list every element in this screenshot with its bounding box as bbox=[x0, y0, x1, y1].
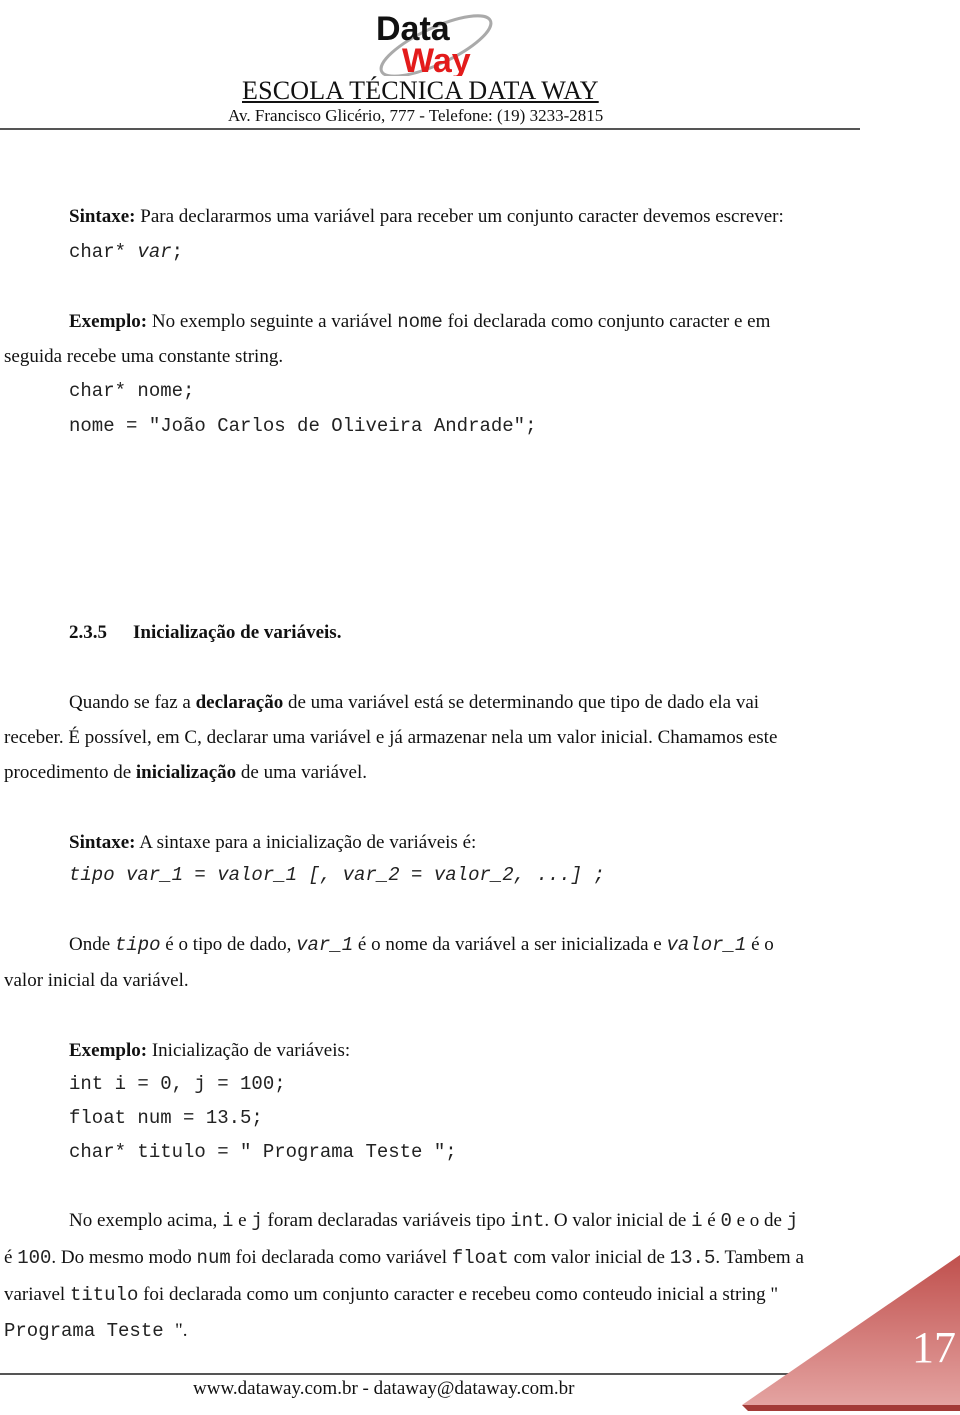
syntax1-code: char* var; bbox=[0, 241, 960, 263]
section-number: 2.3.5 bbox=[69, 622, 107, 643]
p3-code: i bbox=[222, 1210, 234, 1232]
p3-text: e bbox=[233, 1210, 252, 1231]
example1-label: Exemplo: bbox=[69, 311, 148, 332]
example1-text-b: foi declarada como conjunto caracter e e… bbox=[442, 311, 771, 332]
syntax1-text: Para declararmos uma variável para receb… bbox=[135, 206, 784, 227]
p3-code: 100 bbox=[17, 1247, 52, 1269]
syntax1-code-end: ; bbox=[171, 241, 184, 263]
syntax2-text: A sintaxe para a inicialização de variáv… bbox=[135, 832, 477, 853]
school-name: ESCOLA TÉCNICA DATA WAY bbox=[242, 76, 599, 105]
header-divider bbox=[0, 128, 860, 130]
p2-code-tipo: tipo bbox=[114, 934, 161, 956]
footer-divider bbox=[0, 1373, 790, 1375]
p3-code: float bbox=[451, 1247, 509, 1269]
p3-code: j bbox=[251, 1210, 263, 1232]
p1-text-d: de uma variável. bbox=[236, 762, 368, 783]
example1-line2: seguida recebe uma constante string. bbox=[4, 346, 284, 367]
p1-text-c: procedimento de bbox=[4, 762, 136, 783]
p3-text: foram declaradas variáveis tipo bbox=[262, 1210, 511, 1231]
example1-code-line1: char* nome; bbox=[69, 380, 195, 402]
p1-bold-inicializacao: inicialização bbox=[135, 762, 237, 783]
example1-text-a: No exemplo seguinte a variável bbox=[147, 311, 398, 332]
example2-code-line: float num = 13.5; bbox=[69, 1107, 263, 1129]
example2-code-line: int i = 0, j = 100; bbox=[69, 1073, 286, 1095]
syntax1-label: Sintaxe: bbox=[69, 206, 136, 227]
syntax2-label: Sintaxe: bbox=[69, 832, 136, 853]
example2-text: Inicialização de variáveis: bbox=[147, 1040, 351, 1061]
paragraph2-line1: Onde tipo é o tipo de dado, var_1 é o no… bbox=[0, 934, 960, 956]
p2-text-2: é o tipo de dado, bbox=[160, 934, 297, 955]
p2-code-var1: var_1 bbox=[296, 934, 354, 956]
p3-code: 0 bbox=[720, 1210, 732, 1232]
example2-code-line: char* titulo = " Programa Teste "; bbox=[69, 1141, 457, 1163]
p3-text: é bbox=[702, 1210, 721, 1231]
paragraph1-line3: procedimento de inicialização de uma var… bbox=[0, 762, 960, 784]
example1-code-nome: nome bbox=[397, 311, 443, 333]
p3-code: i bbox=[691, 1210, 703, 1232]
p3-code: 13.5 bbox=[669, 1247, 716, 1269]
section-title: Inicialização de variáveis. bbox=[133, 622, 342, 643]
paragraph3-line1: No exemplo acima, i e j foram declaradas… bbox=[0, 1210, 960, 1232]
p3-text: . O valor inicial de bbox=[544, 1210, 692, 1231]
syntax1-line: Sintaxe: Para declararmos uma variável p… bbox=[0, 206, 960, 228]
example2-label: Exemplo: bbox=[69, 1040, 148, 1061]
logo-way-text: Way bbox=[402, 42, 471, 76]
p2-code-valor1: valor_1 bbox=[666, 934, 747, 956]
p2-text-3: é o nome da variável a ser inicializada … bbox=[353, 934, 667, 955]
p3-text: ". bbox=[175, 1320, 188, 1341]
p3-code: int bbox=[510, 1210, 545, 1232]
p1-text-a: Quando se faz a bbox=[69, 692, 196, 713]
p3-text: variavel bbox=[4, 1284, 70, 1305]
syntax2-line: Sintaxe: A sintaxe para a inicialização … bbox=[0, 832, 960, 854]
section-heading: 2.3.5 Inicialização de variáveis. bbox=[69, 622, 960, 644]
p3-text: e o de bbox=[731, 1210, 787, 1231]
dataway-logo: Data Way bbox=[376, 10, 493, 76]
syntax2-code: tipo var_1 = valor_1 [, var_2 = valor_2,… bbox=[69, 864, 605, 886]
syntax1-code-var: var bbox=[137, 241, 172, 263]
syntax1-code-type: char* bbox=[69, 241, 138, 263]
p2-text-1: Onde bbox=[69, 934, 115, 955]
p3-text: . Do mesmo modo bbox=[51, 1247, 197, 1268]
p3-code: j bbox=[786, 1210, 799, 1232]
paragraph1-line2: receber. É possível, em C, declarar uma … bbox=[4, 727, 778, 748]
p3-text: é bbox=[4, 1247, 18, 1268]
p3-code: Programa Teste bbox=[4, 1320, 176, 1342]
example2-line: Exemplo: Inicialização de variáveis: bbox=[0, 1040, 960, 1062]
p3-text: foi declarada como variável bbox=[230, 1247, 452, 1268]
p3-text: No exemplo acima, bbox=[69, 1210, 223, 1231]
paragraph1-line1: Quando se faz a declaração de uma variáv… bbox=[0, 692, 960, 714]
school-address: Av. Francisco Glicério, 777 - Telefone: … bbox=[228, 106, 604, 125]
p3-code: num bbox=[196, 1247, 231, 1269]
p3-code: titulo bbox=[69, 1284, 139, 1306]
p1-bold-declaracao: declaração bbox=[195, 692, 284, 713]
page-number: 17 bbox=[912, 1323, 956, 1372]
p2-text-4: é o bbox=[746, 934, 774, 955]
example1-line1: Exemplo: No exemplo seguinte a variável … bbox=[0, 311, 960, 333]
p1-text-b: de uma variável está se determinando que… bbox=[283, 692, 760, 713]
paragraph2-line2: valor inicial da variável. bbox=[4, 970, 189, 991]
p3-text: com valor inicial de bbox=[508, 1247, 670, 1268]
footer-contact: www.dataway.com.br - dataway@dataway.com… bbox=[193, 1378, 575, 1399]
example1-code-line2: nome = "João Carlos de Oliveira Andrade"… bbox=[69, 415, 537, 437]
p3-text: foi declarada como um conjunto caracter … bbox=[138, 1284, 779, 1305]
